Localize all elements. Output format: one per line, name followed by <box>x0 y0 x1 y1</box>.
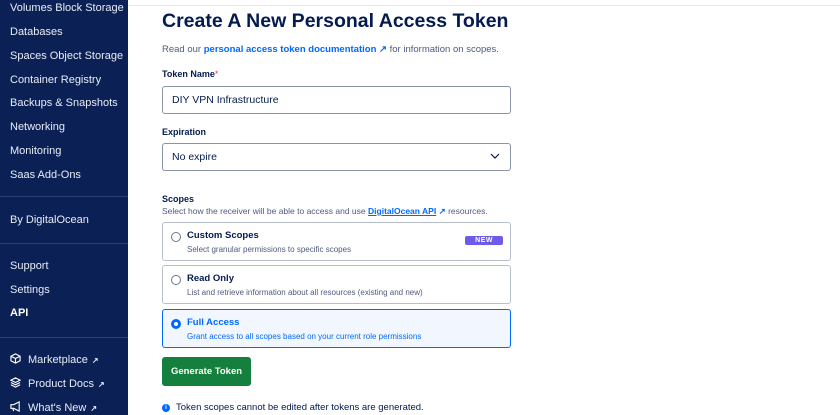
sidebar-divider <box>0 196 128 197</box>
intro-suffix: for information on scopes. <box>386 44 499 55</box>
radio-read-only[interactable] <box>171 275 181 285</box>
api-docs-link[interactable]: DigitalOcean API <box>368 206 436 216</box>
marketplace-label: Marketplace <box>28 354 88 366</box>
chevron-down-icon <box>490 153 500 159</box>
option-title: Read Only <box>187 273 234 284</box>
expiration-select[interactable]: No expire <box>162 143 511 171</box>
docs-link-label: personal access token documentation <box>203 44 377 55</box>
scopes-description: Select how the receiver will be able to … <box>162 206 488 217</box>
scopes-desc-suffix: resources. <box>445 206 488 216</box>
radio-full-access[interactable] <box>171 319 181 329</box>
scopes-label: Scopes <box>162 194 195 204</box>
sidebar-item-support[interactable]: Support <box>10 260 49 272</box>
intro-prefix: Read our <box>162 44 204 55</box>
generate-token-button[interactable]: Generate Token <box>162 357 251 386</box>
sidebar-item-api[interactable]: API <box>10 307 28 319</box>
whats-new-label: What's New <box>28 402 87 414</box>
token-name-label-text: Token Name <box>162 69 215 79</box>
external-link-icon: ↗ <box>91 356 99 365</box>
option-title: Full Access <box>187 317 240 328</box>
required-mark: * <box>214 69 219 79</box>
scope-option-full-access[interactable]: Full Access Grant access to all scopes b… <box>162 309 511 348</box>
sidebar-item-whats-new[interactable]: What's New ↗ <box>10 401 97 414</box>
cube-icon <box>10 353 21 364</box>
scope-option-read-only[interactable]: Read Only List and retrieve information … <box>162 265 511 304</box>
external-link-icon: ↗ <box>379 44 387 55</box>
sidebar-divider <box>0 243 128 244</box>
option-title: Custom Scopes <box>187 230 259 241</box>
info-note: i Token scopes cannot be edited after tok… <box>162 402 424 413</box>
sidebar-item-product-docs[interactable]: Product Docs ↗ <box>10 377 105 390</box>
radio-custom-scopes[interactable] <box>171 232 181 242</box>
option-subtitle: Grant access to all scopes based on your… <box>187 332 422 341</box>
expiration-value: No expire <box>172 151 217 163</box>
scopes-desc-prefix: Select how the receiver will be able to … <box>162 206 369 216</box>
external-link-icon: ↗ <box>90 404 98 413</box>
sidebar-item-backups[interactable]: Backups & Snapshots <box>10 97 118 109</box>
new-badge: NEW <box>465 236 503 245</box>
megaphone-icon <box>10 401 20 412</box>
sidebar-item-container-registry[interactable]: Container Registry <box>10 74 101 86</box>
sidebar-item-volumes[interactable]: Volumes Block Storage <box>10 2 124 14</box>
info-text: Token scopes cannot be edited after toke… <box>176 402 424 413</box>
sidebar: Volumes Block Storage Databases Spaces O… <box>0 0 128 415</box>
docs-icon <box>10 377 21 388</box>
sidebar-item-settings[interactable]: Settings <box>10 284 50 296</box>
docs-link[interactable]: personal access token documentation ↗ <box>204 44 387 55</box>
page-title: Create A New Personal Access Token <box>162 10 509 32</box>
sidebar-item-databases[interactable]: Databases <box>10 26 63 38</box>
external-link-icon: ↗ <box>438 206 446 216</box>
api-docs-link-label: DigitalOcean API <box>368 206 437 216</box>
header-divider <box>128 5 840 6</box>
sidebar-item-saas-addons[interactable]: Saas Add-Ons <box>10 169 81 181</box>
info-icon: i <box>162 404 170 412</box>
sidebar-item-monitoring[interactable]: Monitoring <box>10 145 61 157</box>
intro-text: Read our personal access token documenta… <box>162 44 499 55</box>
sidebar-item-networking[interactable]: Networking <box>10 121 65 133</box>
product-docs-label: Product Docs <box>28 378 95 390</box>
sidebar-item-marketplace[interactable]: Marketplace ↗ <box>10 353 99 366</box>
scope-option-custom[interactable]: Custom Scopes Select granular permission… <box>162 222 511 261</box>
token-name-input[interactable]: DIY VPN Infrastructure <box>162 86 511 114</box>
token-name-label: Token Name* <box>162 69 218 79</box>
sidebar-divider <box>0 337 128 338</box>
external-link-icon: ↗ <box>98 380 105 389</box>
expiration-label: Expiration <box>162 127 207 137</box>
sidebar-item-spaces[interactable]: Spaces Object Storage <box>10 50 123 62</box>
option-subtitle: Select granular permissions to specific … <box>187 245 352 254</box>
sidebar-item-by-digitalocean[interactable]: By DigitalOcean <box>10 214 89 226</box>
option-subtitle: List and retrieve information about all … <box>187 288 423 297</box>
